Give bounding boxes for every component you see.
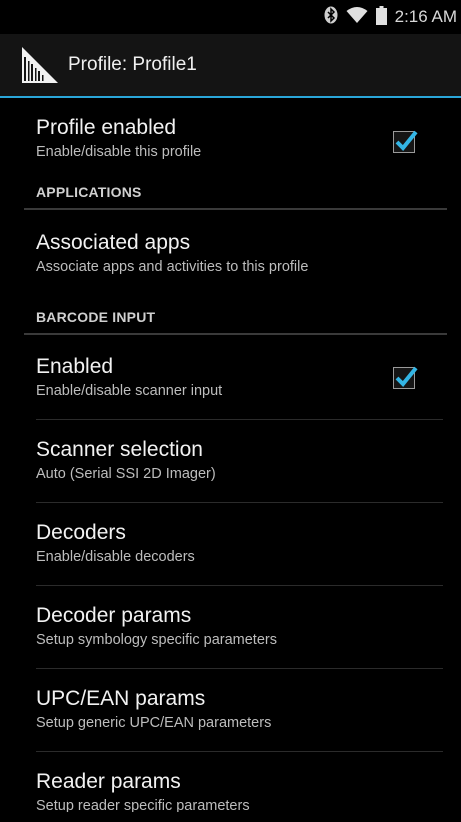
wifi-icon — [346, 6, 368, 28]
pref-title: Scanner selection — [36, 438, 203, 461]
preference-list[interactable]: Profile enabled Enable/disable this prof… — [0, 98, 461, 812]
pref-title: UPC/EAN params — [36, 687, 206, 710]
pref-scanner-enabled[interactable]: Enabled Enable/disable scanner input — [0, 335, 461, 420]
category-barcode-input: BARCODE INPUT — [0, 307, 461, 335]
pref-summary: Setup generic UPC/EAN parameters — [36, 715, 272, 731]
pref-title: Enabled — [36, 355, 114, 378]
profile-enabled-checkbox[interactable] — [393, 130, 418, 153]
pref-summary: Enable/disable scanner input — [36, 383, 223, 399]
pref-scanner-selection[interactable]: Scanner selection Auto (Serial SSI 2D Im… — [0, 420, 461, 503]
pref-summary: Enable/disable decoders — [36, 549, 195, 565]
pref-decoders[interactable]: Decoders Enable/disable decoders — [0, 503, 461, 586]
pref-profile-enabled[interactable]: Profile enabled Enable/disable this prof… — [0, 98, 461, 182]
barcode-app-icon[interactable] — [18, 43, 62, 87]
pref-summary: Associate apps and activities to this pr… — [36, 259, 309, 275]
category-header: APPLICATIONS — [36, 184, 142, 200]
pref-title: Profile enabled — [36, 116, 177, 139]
category-applications: APPLICATIONS — [0, 182, 461, 210]
pref-summary: Setup symbology specific parameters — [36, 632, 277, 648]
status-bar: 2:16 AM — [0, 0, 461, 34]
pref-summary: Enable/disable this profile — [36, 144, 202, 160]
pref-decoder-params[interactable]: Decoder params Setup symbology specific … — [0, 586, 461, 669]
action-bar: Profile: Profile1 — [0, 34, 461, 96]
pref-summary: Setup reader specific parameters — [36, 798, 250, 812]
pref-summary: Auto (Serial SSI 2D Imager) — [36, 466, 216, 482]
pref-title: Decoder params — [36, 604, 192, 627]
pref-title: Associated apps — [36, 231, 191, 254]
pref-reader-params[interactable]: Reader params Setup reader specific para… — [0, 752, 461, 812]
battery-icon — [375, 5, 387, 29]
pref-title: Decoders — [36, 521, 126, 544]
status-time: 2:16 AM — [394, 7, 457, 26]
scanner-enabled-checkbox[interactable] — [393, 366, 418, 389]
category-header: BARCODE INPUT — [36, 309, 156, 325]
pref-upc-ean-params[interactable]: UPC/EAN params Setup generic UPC/EAN par… — [0, 669, 461, 752]
bluetooth-icon — [324, 6, 338, 28]
pref-title: Reader params — [36, 770, 181, 793]
page-title: Profile: Profile1 — [68, 54, 197, 75]
pref-associated-apps[interactable]: Associated apps Associate apps and activ… — [0, 210, 461, 307]
